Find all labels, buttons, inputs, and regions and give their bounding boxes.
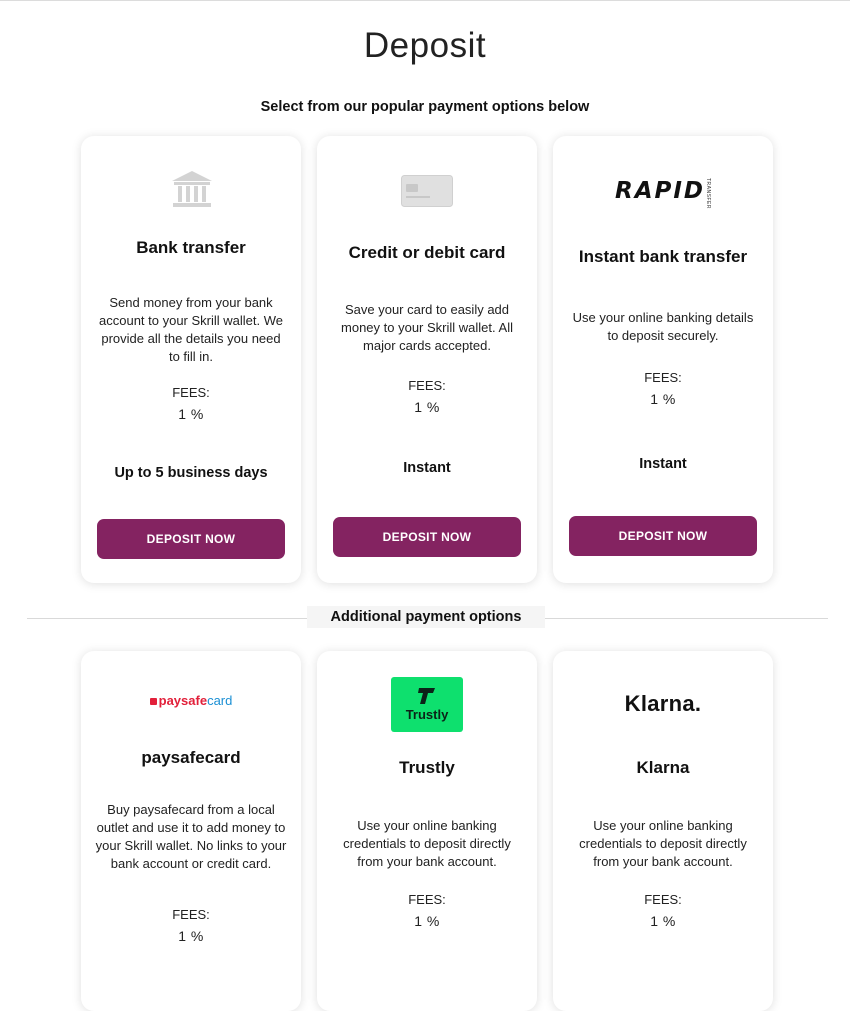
processing-time: Instant (403, 460, 451, 476)
fees-label: FEES: (172, 385, 210, 400)
fees-label: FEES: (644, 892, 682, 907)
card-description: Use your online banking credentials to d… (343, 818, 511, 869)
fees-label: FEES: (408, 378, 446, 393)
fees-value: 1 % (178, 928, 204, 944)
lock-icon (149, 698, 157, 705)
processing-time: Up to 5 business days (114, 465, 268, 481)
paysafecard-logo: paysafecard (81, 693, 301, 708)
payment-card-trustly: Trustly Trustly Use your online banking … (317, 651, 537, 1011)
top-border (0, 0, 850, 1)
deposit-now-button[interactable]: DEPOSIT NOW (333, 517, 521, 557)
card-description: Use your online banking credentials to d… (579, 818, 747, 869)
additional-options-heading: Additional payment options (307, 606, 545, 628)
fees-value: 1 % (414, 399, 440, 415)
payment-card-klarna: Klarna. Klarna Use your online banking c… (553, 651, 773, 1011)
fees-label: FEES: (408, 892, 446, 907)
card-title: paysafecard (141, 748, 241, 767)
card-description: Send money from your bank account to you… (99, 295, 283, 364)
fees-value: 1 % (414, 913, 440, 929)
fees-value: 1 % (650, 391, 676, 407)
fees-value: 1 % (650, 913, 676, 929)
fees-label: FEES: (644, 370, 682, 385)
deposit-now-button[interactable]: DEPOSIT NOW (97, 519, 285, 559)
payment-card-bank-transfer: Bank transfer Send money from your bank … (81, 136, 301, 583)
card-title: Instant bank transfer (578, 247, 748, 266)
page-title: Deposit (363, 26, 487, 65)
bank-icon (172, 171, 212, 207)
processing-time: Instant (639, 456, 687, 472)
card-description: Use your online banking details to depos… (572, 310, 754, 343)
credit-card-icon (401, 175, 453, 207)
fees-label: FEES: (172, 907, 210, 922)
trustly-logo: Trustly (391, 677, 463, 732)
card-title: Credit or debit card (348, 243, 506, 262)
deposit-now-button[interactable]: DEPOSIT NOW (569, 516, 757, 556)
rapid-transfer-logo: RAPIDTRANSFER (614, 178, 712, 209)
card-description: Buy paysafecard from a local outlet and … (95, 802, 287, 871)
trustly-t-icon (418, 688, 435, 704)
popular-options-heading: Select from our popular payment options … (260, 99, 590, 115)
card-title: Klarna (636, 758, 690, 777)
card-title: Bank transfer (136, 238, 246, 257)
payment-card-instant-bank-transfer: RAPIDTRANSFER Instant bank transfer Use … (553, 136, 773, 583)
klarna-logo: Klarna. (624, 691, 702, 716)
payment-card-paysafecard: paysafecard paysafecard Buy paysafecard … (81, 651, 301, 1011)
fees-value: 1 % (178, 406, 204, 422)
payment-card-credit-debit: Credit or debit card Save your card to e… (317, 136, 537, 583)
card-title: Trustly (399, 758, 455, 777)
card-description: Save your card to easily add money to yo… (341, 302, 513, 353)
